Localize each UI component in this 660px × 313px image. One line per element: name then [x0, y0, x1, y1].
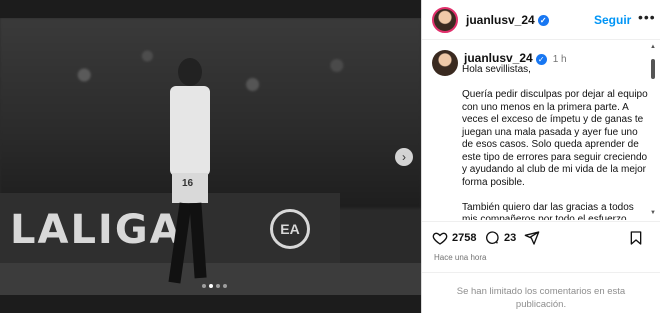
post-side-panel: juanlusv_24 ✓ Seguir ••• juanlusv_24 ✓ 1 h …	[421, 0, 660, 313]
post-media: LALIGA EA 16 ›	[0, 0, 421, 313]
comments-limited-notice: Se han limitado los comentarios en esta …	[422, 272, 660, 311]
save-action[interactable]	[628, 230, 644, 246]
avatar[interactable]	[432, 50, 458, 76]
comment-count: 23	[504, 232, 517, 244]
scroll-up-icon[interactable]: ▲	[650, 44, 656, 50]
share-action[interactable]	[524, 230, 540, 246]
caption-username[interactable]: juanlusv_24	[464, 51, 533, 65]
shirt-number: 16	[182, 178, 194, 189]
carousel-dot	[202, 284, 206, 288]
follow-button[interactable]: Seguir	[594, 13, 631, 27]
scroll-down-icon[interactable]: ▼	[650, 210, 656, 216]
player-shirt	[170, 86, 210, 176]
carousel-dot-active	[209, 284, 213, 288]
bookmark-icon[interactable]	[628, 230, 644, 246]
player-head	[178, 58, 202, 86]
username-text[interactable]: juanlusv_24	[466, 13, 535, 27]
avatar[interactable]	[432, 7, 458, 33]
more-options-icon[interactable]: •••	[638, 9, 656, 25]
carousel-dot	[223, 284, 227, 288]
comments-limited-text: Se han limitado los comentarios en esta …	[456, 286, 626, 310]
username-header[interactable]: juanlusv_24 ✓	[466, 13, 549, 27]
caption-meta: juanlusv_24 ✓ 1 h	[464, 51, 567, 65]
post-header: juanlusv_24 ✓ Seguir •••	[422, 0, 660, 40]
scrollbar-thumb[interactable]	[651, 59, 655, 79]
caption-area: juanlusv_24 ✓ 1 h Hola sevillistas, Quería…	[422, 40, 660, 220]
posted-timestamp: Hace una hora	[434, 253, 487, 262]
carousel-indicator	[202, 284, 227, 288]
verified-badge-icon: ✓	[535, 53, 547, 65]
comment-icon[interactable]	[484, 230, 500, 246]
heart-icon[interactable]	[432, 230, 448, 246]
share-icon[interactable]	[524, 230, 540, 246]
player-leg	[168, 202, 192, 284]
ea-logo: EA	[270, 209, 310, 249]
chevron-right-icon[interactable]: ›	[395, 148, 413, 166]
player-leg	[189, 202, 207, 279]
laliga-board-text: LALIGA	[10, 207, 183, 253]
comment-action[interactable]: 23	[484, 230, 516, 246]
carousel-dot	[216, 284, 220, 288]
post-photo[interactable]: LALIGA EA 16	[0, 18, 421, 295]
like-count: 2758	[452, 232, 477, 244]
scrollbar[interactable]	[651, 55, 655, 215]
instagram-post-view: LALIGA EA 16 › juanlusv_24 ✓ Seguir ••• …	[0, 0, 660, 313]
action-bar: 2758 23	[422, 221, 660, 251]
verified-badge-icon: ✓	[537, 15, 549, 27]
player-figure: 16	[160, 58, 220, 288]
like-action[interactable]: 2758	[432, 230, 476, 246]
caption-text: Hola sevillistas, Quería pedir disculpas…	[462, 64, 648, 220]
